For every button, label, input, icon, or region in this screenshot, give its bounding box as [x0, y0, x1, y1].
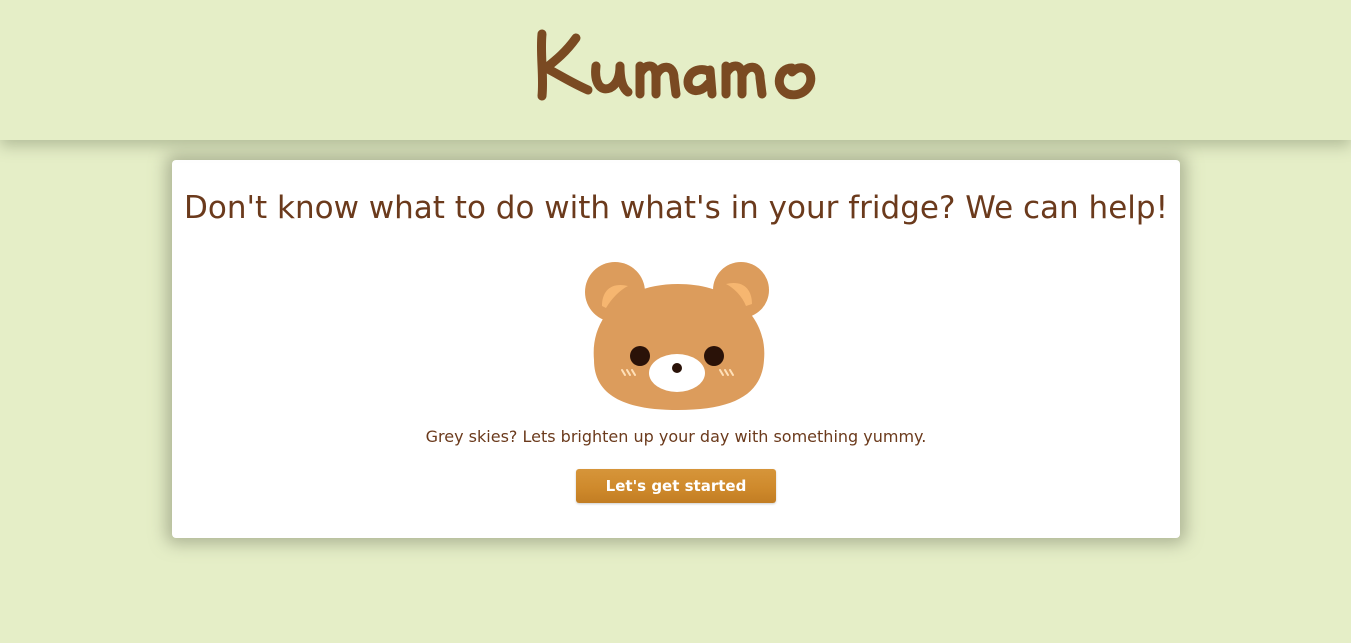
- get-started-button[interactable]: Let's get started: [576, 469, 776, 503]
- brand-logo[interactable]: [530, 24, 822, 108]
- hero-headline: Don't know what to do with what's in you…: [184, 190, 1168, 226]
- hero-tagline: Grey skies? Lets brighten up your day wi…: [425, 427, 927, 446]
- hero-card: Don't know what to do with what's in you…: [172, 160, 1180, 538]
- bear-face-icon: [584, 260, 772, 412]
- site-header: [0, 0, 1351, 140]
